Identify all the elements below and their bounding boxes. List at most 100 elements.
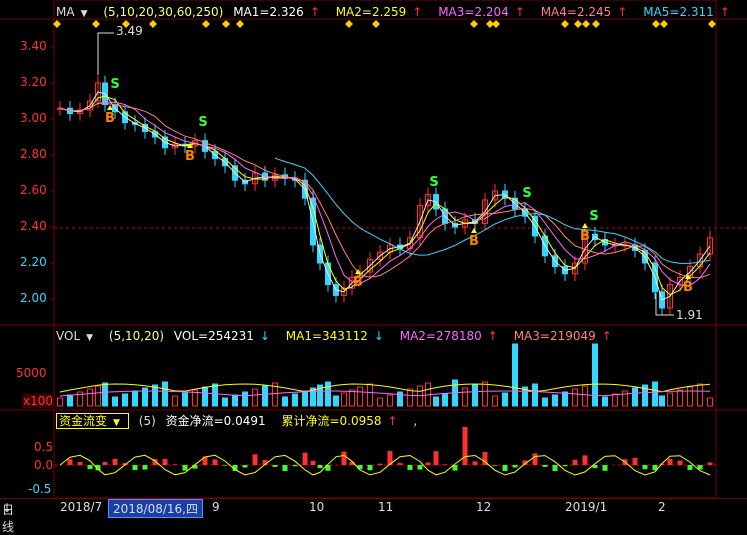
- flow-tail: ,: [413, 414, 417, 428]
- event-marker: [92, 20, 100, 28]
- volume-bar: [593, 344, 598, 406]
- buy-signal: B: [185, 149, 195, 164]
- flow-bar: [398, 463, 403, 465]
- flow-bar: [573, 460, 578, 465]
- volume-bar: [698, 384, 703, 406]
- flow-bar: [133, 465, 138, 470]
- sell-signal: S: [589, 209, 598, 224]
- volume-bar: [388, 395, 393, 406]
- volume-bar: [58, 398, 63, 406]
- volume-bar: [563, 392, 568, 406]
- flow-bar: [78, 462, 83, 465]
- volume-bar: [96, 386, 101, 406]
- flow-bar: [88, 465, 93, 469]
- date-label: 2: [658, 500, 666, 514]
- price-tick: 2.60: [20, 183, 47, 197]
- price-tick: 3.40: [20, 39, 47, 53]
- volume-bar: [603, 397, 608, 406]
- low-annotation: 1.91: [676, 308, 703, 322]
- vol-value: VOL=254231↓: [174, 329, 276, 343]
- flow-bar: [283, 465, 288, 471]
- flow-bar: [493, 465, 498, 466]
- flow-bar: [163, 459, 168, 465]
- volume-bar: [463, 388, 468, 406]
- volume-bar: [513, 344, 518, 406]
- flow-indicator-label[interactable]: 资金流变▼: [56, 413, 129, 429]
- volume-bar: [350, 390, 355, 406]
- stock-chart[interactable]: SSSSSBBBBBB: [0, 0, 747, 516]
- flow-cum-value: 累计净流=0.0958↑: [281, 414, 403, 428]
- volume-bar: [378, 398, 383, 406]
- buy-signal: B: [580, 229, 590, 244]
- event-marker: [345, 20, 353, 28]
- event-marker: [149, 20, 157, 28]
- event-marker: [372, 20, 380, 28]
- cursor-date: 2018/08/16,四: [108, 499, 203, 518]
- volume-bar: [573, 389, 578, 406]
- buy-arrow: [471, 228, 477, 233]
- volume-bar: [103, 383, 108, 406]
- event-marker: [492, 20, 500, 28]
- volume-bar: [660, 396, 665, 406]
- event-marker: [708, 20, 716, 28]
- volume-bar: [503, 393, 508, 406]
- volume-bar: [368, 384, 373, 406]
- vol-tick: 5000: [16, 366, 47, 380]
- flow-bar: [342, 452, 347, 465]
- event-marker: [222, 20, 230, 28]
- date-label: 2019/1: [565, 500, 607, 514]
- flow-bar: [426, 462, 431, 465]
- sell-signal: S: [110, 77, 119, 92]
- vol-indicator-label[interactable]: VOL▼: [56, 329, 99, 343]
- flow-bar: [708, 462, 713, 465]
- volume-bar: [153, 385, 158, 406]
- volume-bar: [708, 398, 713, 406]
- vol-ma3-value: MA3=219049↑: [514, 329, 618, 343]
- volume-bar: [243, 392, 248, 406]
- volume-bar: [233, 395, 238, 406]
- flow-header: 资金流变▼ (5) 资金净流=0.0491 累计净流=0.0958↑ ,: [56, 413, 423, 429]
- flow-bar: [533, 453, 538, 465]
- flow-bar: [368, 465, 373, 470]
- buy-signal: B: [105, 111, 115, 126]
- volume-bar: [688, 387, 693, 406]
- event-marker: [660, 20, 668, 28]
- ma-indicator-label[interactable]: MA▼: [56, 5, 93, 19]
- volume-bar: [68, 395, 73, 406]
- flow-bar: [68, 459, 73, 465]
- flow-bar: [243, 465, 248, 468]
- flow-bar: [318, 465, 323, 468]
- flow-bar: [253, 454, 258, 465]
- price-tick: 3.20: [20, 75, 47, 89]
- volume-bar: [623, 391, 628, 406]
- flow-tick: 0.0: [34, 458, 53, 472]
- flow-bar: [603, 465, 608, 471]
- flow-bar: [688, 465, 693, 470]
- event-marker: [652, 20, 660, 28]
- flow-bar: [408, 465, 413, 470]
- sell-signal: S: [522, 186, 531, 201]
- flow-bar: [273, 465, 278, 467]
- flow-bar: [223, 465, 228, 466]
- flow-bar: [443, 464, 448, 465]
- event-marker: [202, 20, 210, 28]
- volume-bar: [533, 384, 538, 406]
- ma-header: MA▼ (5,10,20,30,60,250) MA1=2.326↑ MA2=2…: [56, 4, 742, 20]
- volume-bar: [223, 398, 228, 406]
- flow-bar: [113, 459, 118, 465]
- price-tick: 2.80: [20, 147, 47, 161]
- flow-bar: [311, 461, 316, 465]
- flow-bar: [293, 465, 298, 466]
- flow-bar: [503, 465, 508, 471]
- volume-bar: [443, 394, 448, 406]
- ma3-value: MA3=2.204↑: [438, 5, 531, 19]
- volume-bar: [434, 397, 439, 406]
- flow-tick: -0.5: [28, 482, 51, 496]
- volume-bar: [263, 386, 268, 406]
- event-marker: [592, 20, 600, 28]
- flow-bar: [213, 459, 218, 465]
- flow-bar: [473, 461, 478, 465]
- volume-bar: [613, 394, 618, 406]
- flow-bar: [678, 461, 683, 465]
- date-label: 9: [212, 500, 220, 514]
